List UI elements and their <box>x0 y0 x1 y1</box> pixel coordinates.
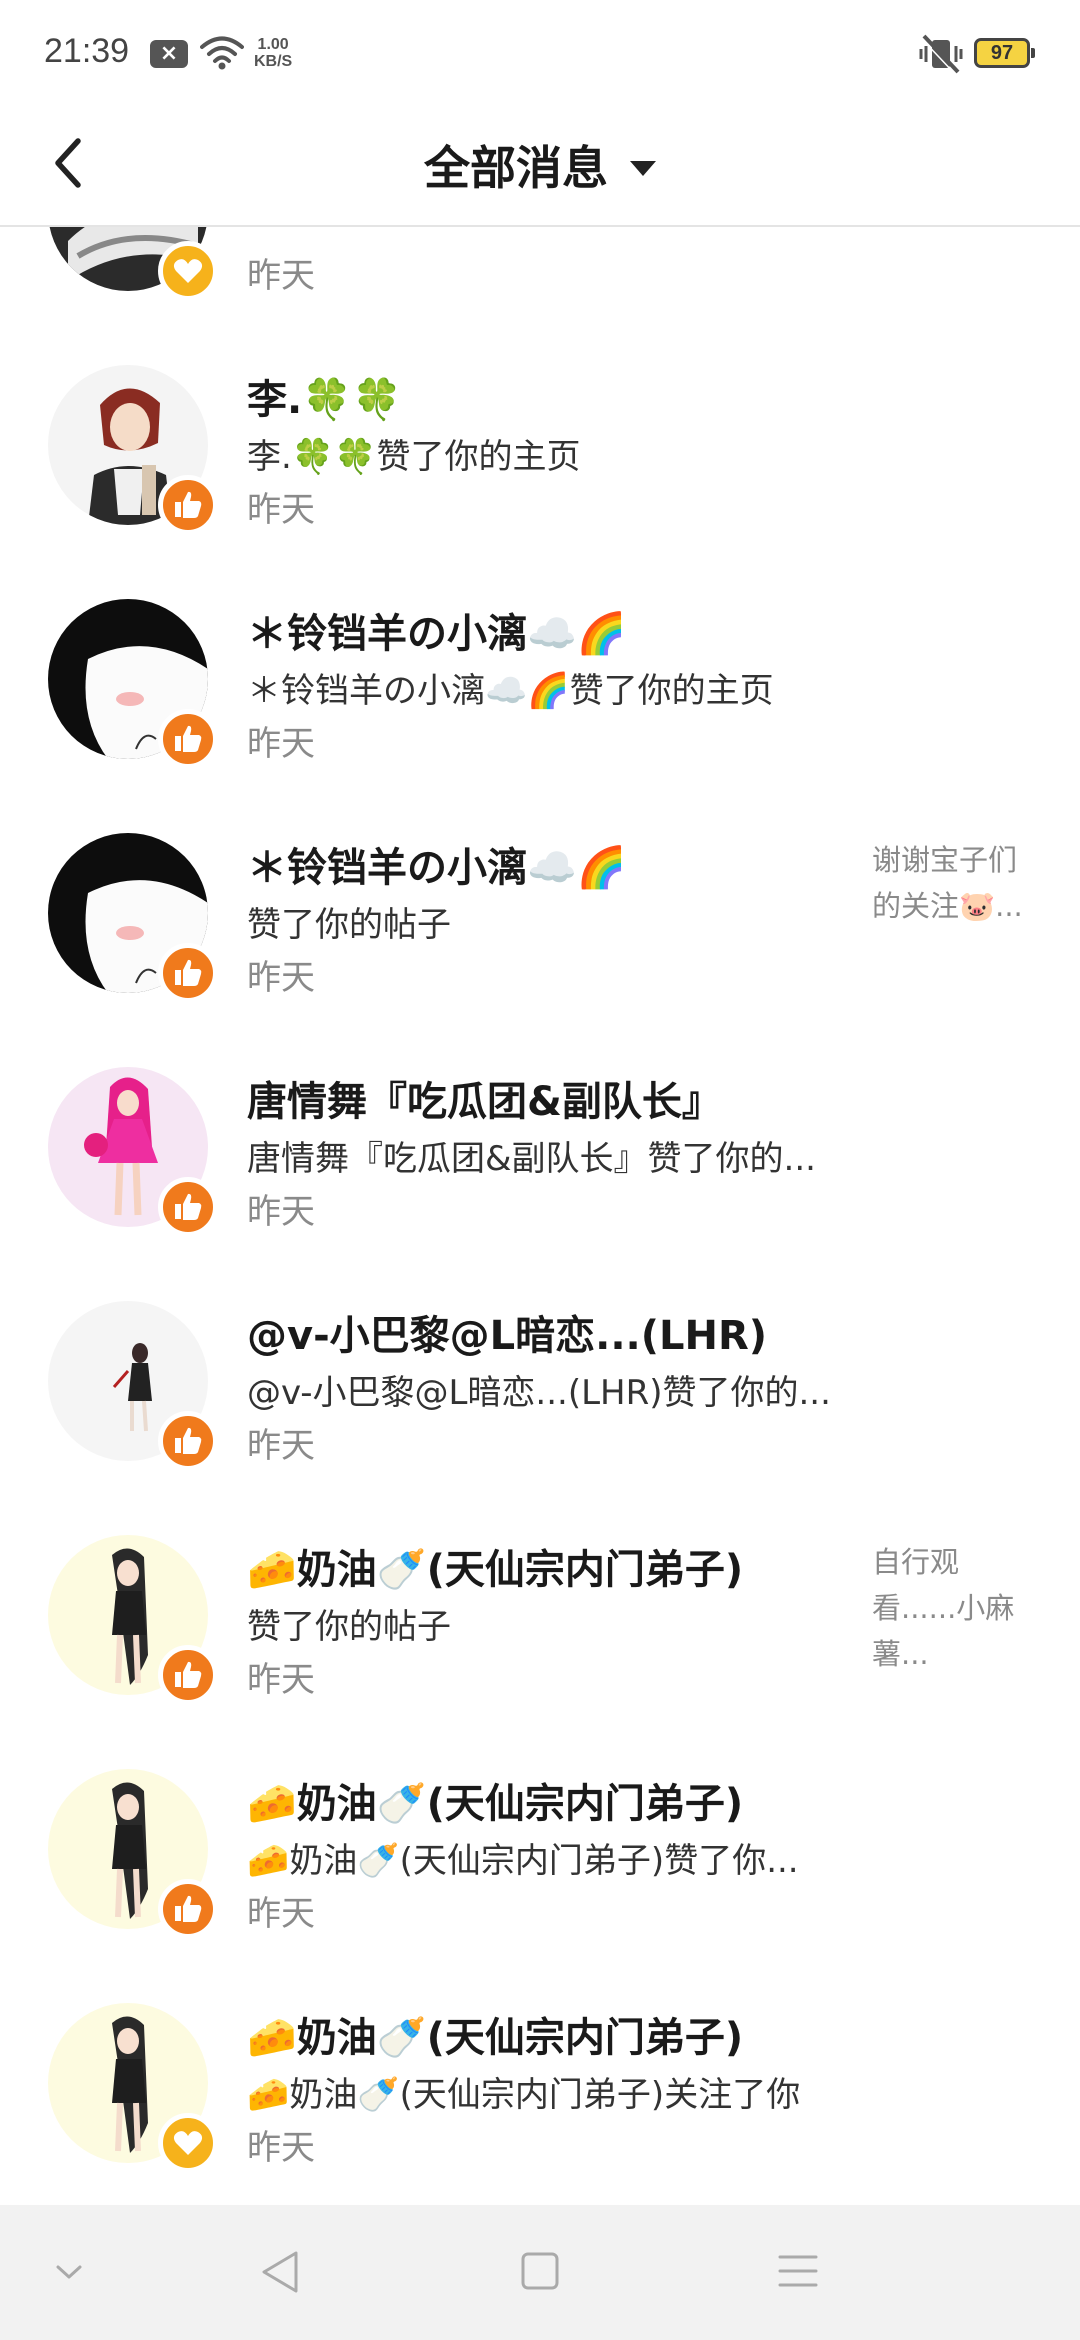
title-dropdown[interactable]: 全部消息 <box>0 105 1080 225</box>
message-text: 李.🍀🍀赞了你的主页 <box>247 437 581 477</box>
message-time: 昨天 <box>247 1426 315 1466</box>
message-text: @v-小巴黎@L暗恋...(LHR)赞了你的... <box>247 1373 831 1413</box>
thumbs-up-icon <box>175 1193 202 1220</box>
thumbs-up-badge <box>158 475 218 535</box>
message-text: 赞了你的帖子 <box>247 905 451 945</box>
sender-name: @v-小巴黎@L暗恋...(LHR) <box>247 1313 768 1359</box>
heart-badge <box>158 2113 218 2173</box>
sender-name: 🧀奶油🍼(天仙宗内门弟子) <box>247 1547 744 1593</box>
thumbs-up-icon <box>175 1427 202 1454</box>
network-speed-unit: KB/S <box>254 53 293 70</box>
sender-name: 🧀奶油🍼(天仙宗内门弟子) <box>247 1781 744 1827</box>
menu-lines-icon[interactable] <box>778 2253 818 2289</box>
list-item[interactable]: 李.🍀🍀 李.🍀🍀赞了你的主页 昨天 <box>0 365 1080 599</box>
message-time: 昨天 <box>247 490 315 530</box>
list-item[interactable]: 🧀奶油🍼(天仙宗内门弟子) 赞了你的帖子 昨天 自行观看......小麻薯... <box>0 1535 1080 1769</box>
message-time: 昨天 <box>247 2128 315 2168</box>
thumbs-up-badge <box>158 1411 218 1471</box>
thumbs-up-icon <box>175 959 202 986</box>
status-bar: 21:39 × 1.00 KB/S 97 <box>0 0 1080 105</box>
heart-icon <box>173 259 203 283</box>
list-item[interactable]: @v-小巴黎@L暗恋...(LHR) @v-小巴黎@L暗恋...(LHR)赞了你… <box>0 1301 1080 1535</box>
message-time: 昨天 <box>247 1192 315 1232</box>
sender-name: ＊铃铛羊の小漓☁️🌈 <box>247 611 627 657</box>
sender-name: 李.🍀🍀 <box>247 377 402 423</box>
nav-header: 全部消息 <box>0 105 1080 227</box>
thumbs-up-badge <box>158 1645 218 1705</box>
wifi-icon <box>200 36 244 70</box>
list-item[interactable]: 唐情舞『吃瓜团&副队长』 唐情舞『吃瓜团&副队长』赞了你的... 昨天 <box>0 1067 1080 1301</box>
heart-badge <box>158 241 218 301</box>
list-item[interactable]: 🧀奶油🍼(天仙宗内门弟子) 🧀奶油🍼(天仙宗内门弟子)赞了你... 昨天 <box>0 1769 1080 2003</box>
triangle-down-icon <box>630 160 656 176</box>
network-speed-value: 1.00 <box>257 36 289 53</box>
thumbs-up-icon <box>175 725 202 752</box>
list-item[interactable]: ＊铃铛羊の小漓☁️🌈 赞了你的帖子 昨天 谢谢宝子们的关注🐷... <box>0 833 1080 1067</box>
post-preview[interactable]: 自行观看......小麻薯... <box>872 1539 1042 1677</box>
post-preview[interactable]: 谢谢宝子们的关注🐷... <box>872 837 1042 929</box>
sender-name: 🧀奶油🍼(天仙宗内门弟子) <box>247 2015 744 2061</box>
thumbs-up-icon <box>175 1895 202 1922</box>
list-item[interactable]: ＊铃铛羊の小漓☁️🌈 ＊铃铛羊の小漓☁️🌈赞了你的主页 昨天 <box>0 599 1080 833</box>
mute-vibrate-icon <box>919 34 963 74</box>
back-triangle-icon[interactable] <box>258 2249 302 2295</box>
message-time: 昨天 <box>247 256 315 296</box>
message-time: 昨天 <box>247 724 315 764</box>
system-nav-bar <box>0 2205 1080 2340</box>
list-item[interactable]: 昨天 <box>0 227 1080 365</box>
thumbs-up-badge <box>158 709 218 769</box>
thumbs-up-badge <box>158 1177 218 1237</box>
message-list[interactable]: 昨天 李.🍀🍀 李.🍀🍀赞了你的主页 昨天 ＊铃铛羊の小漓☁️🌈 ＊铃铛羊の小漓… <box>0 227 1080 2205</box>
thumbs-up-icon <box>175 1661 202 1688</box>
message-text: 🧀奶油🍼(天仙宗内门弟子)赞了你... <box>247 1841 799 1881</box>
home-square-icon[interactable] <box>520 2251 560 2291</box>
message-text: 赞了你的帖子 <box>247 1607 451 1647</box>
message-time: 昨天 <box>247 958 315 998</box>
network-speed: 1.00 KB/S <box>254 36 292 70</box>
message-text: 🧀奶油🍼(天仙宗内门弟子)关注了你 <box>247 2075 801 2115</box>
page-title: 全部消息 <box>424 141 608 195</box>
message-text: 唐情舞『吃瓜团&副队长』赞了你的... <box>247 1139 816 1179</box>
sender-name: 唐情舞『吃瓜团&副队长』 <box>247 1079 722 1125</box>
list-item[interactable]: 🧀奶油🍼(天仙宗内门弟子) 🧀奶油🍼(天仙宗内门弟子)关注了你 昨天 <box>0 2003 1080 2205</box>
message-time: 昨天 <box>247 1660 315 1700</box>
collapse-down-icon[interactable] <box>54 2257 84 2287</box>
battery-icon: 97 <box>974 38 1035 68</box>
thumbs-up-badge <box>158 1879 218 1939</box>
sender-name: ＊铃铛羊の小漓☁️🌈 <box>247 845 627 891</box>
thumbs-up-badge <box>158 943 218 1003</box>
status-time: 21:39 <box>44 32 130 70</box>
thumbs-up-icon <box>175 491 202 518</box>
heart-icon <box>173 2131 203 2155</box>
message-text: ＊铃铛羊の小漓☁️🌈赞了你的主页 <box>247 671 774 711</box>
close-notification-icon: × <box>150 40 188 68</box>
message-time: 昨天 <box>247 1894 315 1934</box>
